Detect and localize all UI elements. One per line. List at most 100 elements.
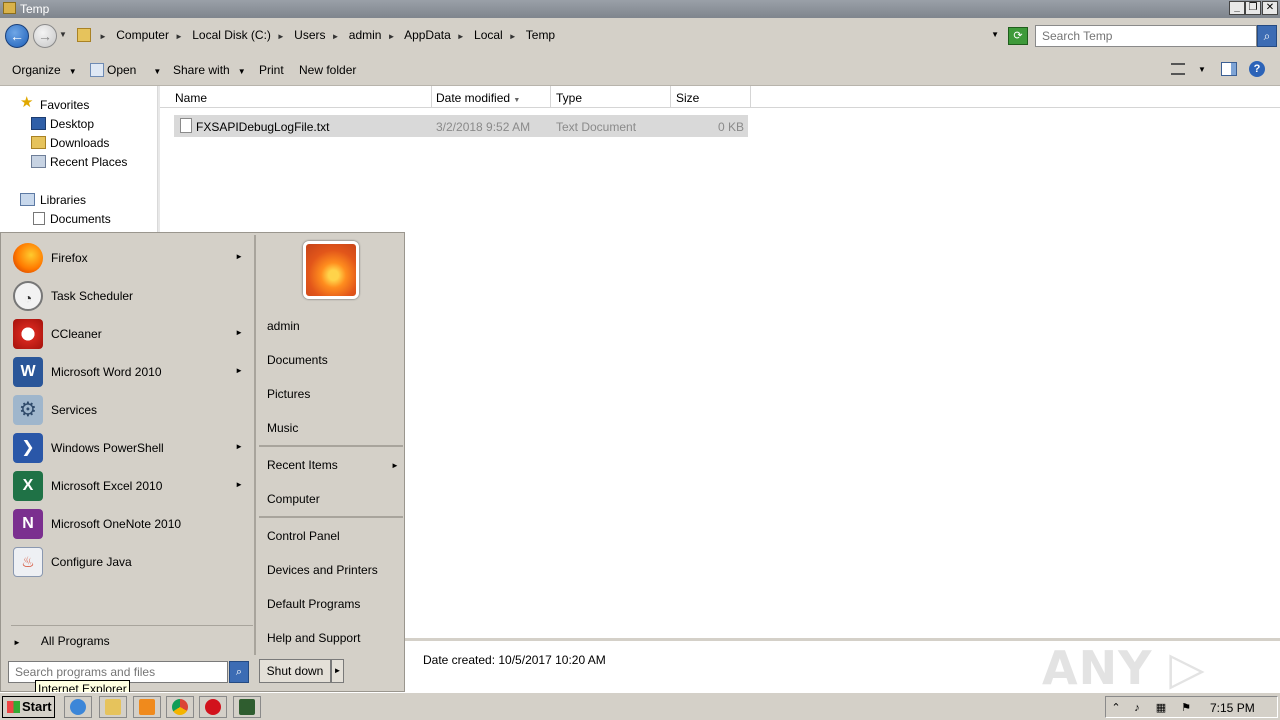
nav-recent-places[interactable]: Recent Places — [50, 155, 127, 169]
user-picture-avatar[interactable] — [303, 241, 359, 299]
documents-icon — [33, 212, 45, 225]
submenu-arrow-icon: ► — [235, 328, 243, 337]
all-programs-button[interactable]: ► All Programs — [13, 634, 110, 648]
open-button[interactable]: Open ▼ — [90, 63, 161, 77]
volume-icon[interactable]: ♪ — [1131, 702, 1143, 714]
link-recent-items[interactable]: Recent Items — [267, 458, 338, 472]
restore-button[interactable]: ❐ — [1245, 1, 1261, 15]
java-icon: ♨ — [13, 547, 43, 577]
nav-downloads[interactable]: Downloads — [50, 136, 109, 150]
start-button[interactable]: Start — [2, 696, 55, 718]
breadcrumb-local[interactable]: Local — [474, 28, 503, 42]
word-icon: W — [13, 357, 43, 387]
program-configure-java[interactable]: ♨ Configure Java — [11, 544, 251, 580]
show-hidden-icons-icon[interactable]: ⌃ — [1110, 702, 1122, 714]
program-task-scheduler[interactable]: ◔ Task Scheduler — [11, 278, 251, 314]
taskbar-opera[interactable] — [199, 696, 227, 718]
internet-explorer-icon — [70, 699, 86, 715]
program-ccleaner[interactable]: CCleaner ► — [11, 316, 251, 352]
nav-favorites[interactable]: Favorites — [40, 98, 89, 112]
print-button[interactable]: Print — [259, 63, 284, 77]
network-icon[interactable]: ▦ — [1155, 702, 1167, 714]
details-pane: Date created: 10/5/2017 10:20 AM ANY ▷ R… — [404, 638, 1280, 720]
ccleaner-icon — [13, 319, 43, 349]
link-help-support[interactable]: Help and Support — [267, 631, 360, 645]
link-control-panel[interactable]: Control Panel — [267, 529, 340, 543]
onenote-icon: N — [13, 509, 43, 539]
search-icon[interactable]: ⌕ — [1257, 25, 1277, 47]
desktop-icon — [31, 117, 46, 130]
breadcrumb-users[interactable]: Users — [294, 28, 325, 42]
address-bar[interactable]: ► Computer ► Local Disk (C:) ► Users ► admi… — [73, 25, 1005, 47]
taskbar-chrome[interactable] — [166, 696, 194, 718]
recent-pages-chevron-icon[interactable]: ▼ — [59, 30, 67, 39]
taskbar-media-player[interactable] — [133, 696, 161, 718]
taskbar-app[interactable] — [233, 696, 261, 718]
organize-button[interactable]: Organize ▼ — [12, 63, 77, 77]
action-center-flag-icon[interactable]: ⚑ — [1180, 702, 1192, 714]
nav-desktop[interactable]: Desktop — [50, 117, 94, 131]
breadcrumb-appdata[interactable]: AppData — [404, 28, 451, 42]
close-button[interactable]: ✕ — [1262, 1, 1278, 15]
breadcrumb-local-disk[interactable]: Local Disk (C:) — [192, 28, 271, 42]
preview-pane-icon[interactable] — [1221, 62, 1237, 76]
minimize-button[interactable]: _ — [1229, 1, 1245, 15]
program-word[interactable]: W Microsoft Word 2010 ► — [11, 354, 251, 390]
taskbar-internet-explorer[interactable] — [64, 696, 92, 718]
breadcrumb-chevron-icon[interactable]: ► — [277, 32, 285, 41]
nav-documents[interactable]: Documents — [50, 212, 111, 226]
table-row[interactable]: FXSAPIDebugLogFile.txt 3/2/2018 9:52 AM … — [174, 115, 748, 137]
address-dropdown-icon[interactable]: ▼ — [991, 30, 999, 39]
breadcrumb-admin[interactable]: admin — [349, 28, 382, 42]
help-icon[interactable]: ? — [1249, 61, 1265, 77]
program-powershell[interactable]: ❯ Windows PowerShell ► — [11, 430, 251, 466]
column-name[interactable]: Name — [170, 86, 432, 108]
breadcrumb-chevron-icon[interactable]: ► — [509, 32, 517, 41]
address-row: ← → ▼ ► Computer ► Local Disk (C:) ► Users… — [0, 18, 1280, 54]
clock-icon: ◔ — [13, 281, 43, 311]
column-header-row: Name Date modified ▼ Type Size — [160, 86, 1280, 108]
new-folder-button[interactable]: New folder — [299, 63, 356, 77]
taskbar-explorer[interactable] — [99, 696, 127, 718]
column-size[interactable]: Size — [671, 86, 751, 108]
link-music[interactable]: Music — [267, 421, 298, 435]
program-onenote[interactable]: N Microsoft OneNote 2010 — [11, 506, 251, 542]
breadcrumb-chevron-icon[interactable]: ► — [387, 32, 395, 41]
submenu-arrow-icon: ► — [235, 480, 243, 489]
shutdown-button[interactable]: Shut down — [259, 659, 331, 683]
chevron-down-icon[interactable]: ▼ — [1198, 65, 1206, 74]
back-button[interactable]: ← — [5, 24, 29, 48]
search-icon[interactable]: ⌕ — [229, 661, 249, 683]
breadcrumb-chevron-icon[interactable]: ► — [175, 32, 183, 41]
search-input[interactable] — [1035, 25, 1257, 47]
program-excel[interactable]: X Microsoft Excel 2010 ► — [11, 468, 251, 504]
nav-libraries[interactable]: Libraries — [40, 193, 86, 207]
recent-places-icon — [31, 155, 46, 168]
program-label: CCleaner — [51, 327, 102, 341]
breadcrumb-chevron-icon[interactable]: ► — [332, 32, 340, 41]
column-type[interactable]: Type — [551, 86, 671, 108]
share-with-button[interactable]: Share with ▼ — [173, 63, 246, 77]
divider — [259, 445, 403, 447]
link-computer[interactable]: Computer — [267, 492, 320, 506]
breadcrumb-chevron-icon[interactable]: ► — [457, 32, 465, 41]
link-devices-printers[interactable]: Devices and Printers — [267, 563, 378, 577]
program-firefox[interactable]: Firefox ► — [11, 240, 251, 276]
clock[interactable]: 7:15 PM — [1210, 701, 1255, 715]
link-pictures[interactable]: Pictures — [267, 387, 310, 401]
shutdown-options-icon[interactable]: ► — [331, 659, 344, 683]
forward-button[interactable]: → — [33, 24, 57, 48]
column-date-modified[interactable]: Date modified ▼ — [431, 86, 551, 108]
refresh-icon[interactable]: ⟳ — [1008, 27, 1028, 45]
breadcrumb-chevron-icon[interactable]: ► — [99, 32, 107, 41]
breadcrumb: ► Computer ► Local Disk (C:) ► Users ► admi… — [99, 28, 561, 42]
gear-icon: ⚙ — [13, 395, 43, 425]
link-admin[interactable]: admin — [267, 319, 300, 333]
folder-icon — [3, 2, 16, 14]
program-services[interactable]: ⚙ Services — [11, 392, 251, 428]
views-icon[interactable] — [1171, 63, 1185, 75]
link-default-programs[interactable]: Default Programs — [267, 597, 360, 611]
breadcrumb-computer[interactable]: Computer — [116, 28, 169, 42]
breadcrumb-temp[interactable]: Temp — [526, 28, 555, 42]
link-documents[interactable]: Documents — [267, 353, 328, 367]
